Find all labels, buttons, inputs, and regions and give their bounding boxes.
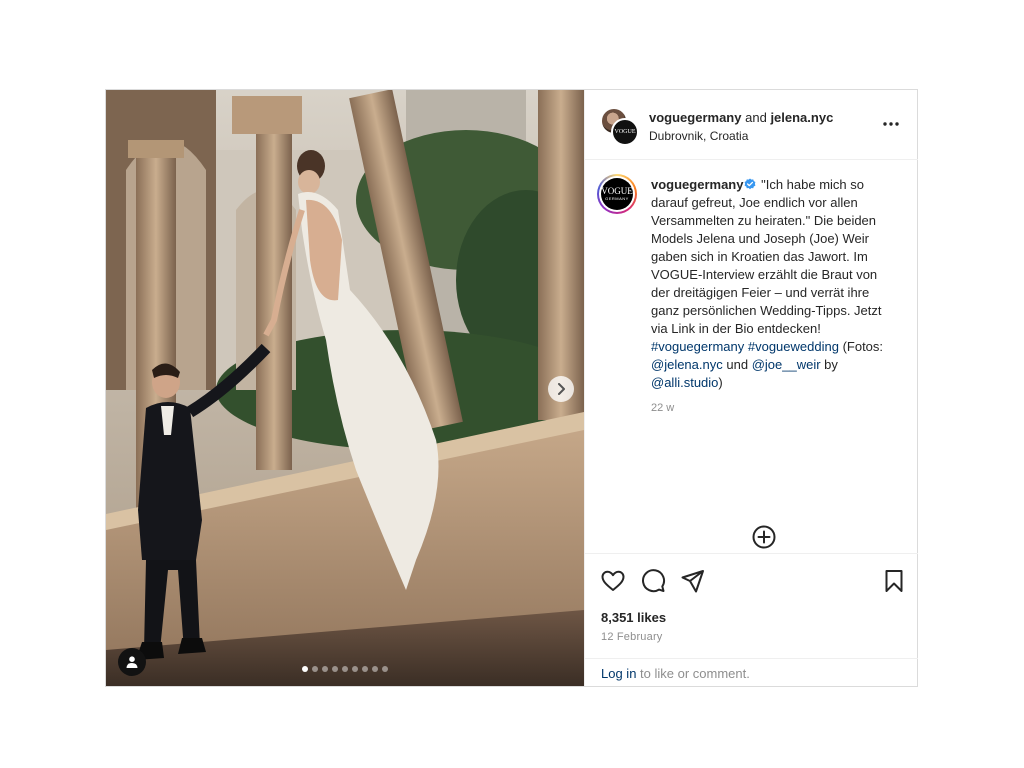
caption-timestamp[interactable]: 22 w [651,402,674,414]
carousel-indicator [106,666,584,672]
chevron-right-icon [558,383,565,395]
post-details-pane: VOGUE voguegermany and jelena.nyc Dubrov… [584,90,918,686]
mention-jelena[interactable]: @jelena.nyc [651,357,723,372]
authors-and: and [745,110,767,125]
heart-icon[interactable] [600,568,626,594]
comment-icon[interactable] [640,568,666,594]
carousel-dot [372,666,378,672]
bookmark-icon[interactable] [881,568,907,594]
avatar-voguegermany: VOGUE [611,118,639,146]
caption-credit-open: (Fotos: [842,339,884,354]
carousel-dot [302,666,308,672]
collab-avatars[interactable]: VOGUE [601,108,639,146]
post-authors: voguegermany and jelena.nyc [649,110,833,125]
location-link[interactable]: Dubrovnik, Croatia [649,129,748,143]
carousel-dot [312,666,318,672]
caption-username[interactable]: voguegermany [651,177,743,192]
share-icon[interactable] [680,568,706,594]
caption-credit-by: by [824,357,838,372]
carousel-dot [332,666,338,672]
wedding-photo-scene [106,90,584,686]
login-prompt-text: to like or comment. [636,666,750,681]
vogue-logo: VOGUE GERMANY [601,178,633,210]
post-photo[interactable] [106,90,584,686]
login-prompt: Log in to like or comment. [585,658,918,687]
post-header: VOGUE voguegermany and jelena.nyc Dubrov… [585,90,918,160]
carousel-dot [382,666,388,672]
verified-badge-icon [745,178,756,190]
carousel-dot [362,666,368,672]
post-date[interactable]: 12 February [601,631,663,643]
author-link-voguegermany[interactable]: voguegermany [649,110,741,125]
mention-joe[interactable]: @joe__weir [752,357,821,372]
carousel-next-button[interactable] [548,376,574,402]
post-actions-section: 8,351 likes 12 February Log in to like o… [585,553,918,686]
caption-avatar[interactable]: VOGUE GERMANY [597,174,637,214]
login-link[interactable]: Log in [601,666,636,681]
carousel-dot [352,666,358,672]
caption-text: voguegermany "Ich habe mich so darauf ge… [651,176,899,392]
hashtag-voguegermany[interactable]: #voguegermany [651,339,744,354]
add-circle-icon[interactable] [751,524,777,550]
instagram-post: VOGUE voguegermany and jelena.nyc Dubrov… [105,89,918,687]
caption-credit-und: und [726,357,749,372]
hashtag-voguewedding[interactable]: #voguewedding [748,339,839,354]
mention-alli-studio[interactable]: @alli.studio [651,375,718,390]
caption-credit-close: ) [718,375,723,390]
likes-count[interactable]: 8,351 likes [601,610,666,625]
author-link-jelena[interactable]: jelena.nyc [770,110,833,125]
caption-body: "Ich habe mich so darauf gefreut, Joe en… [651,177,882,336]
carousel-dot [322,666,328,672]
more-options-icon[interactable] [881,116,901,132]
carousel-dot [342,666,348,672]
